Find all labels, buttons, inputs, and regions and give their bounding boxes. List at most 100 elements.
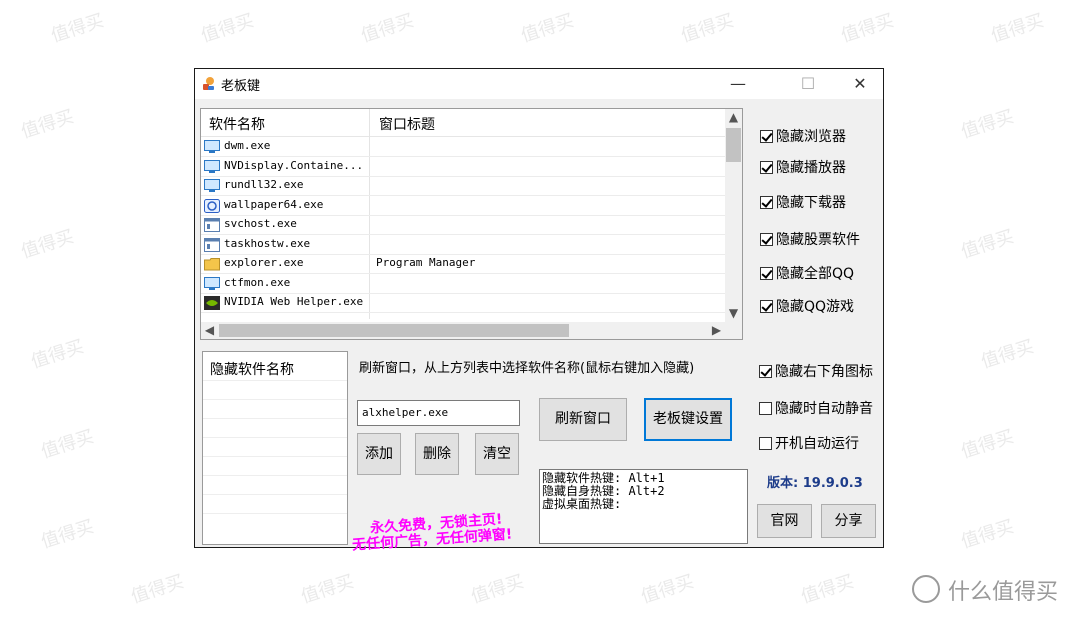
monitor-icon — [204, 276, 220, 290]
checkbox-checked-icon[interactable] — [760, 267, 773, 280]
process-name: dwm.exe — [224, 139, 271, 152]
checkbox-checked-icon[interactable] — [760, 196, 773, 209]
checkbox-label: 隐藏全部QQ — [776, 266, 855, 282]
watermark-text: 值得买 — [38, 516, 97, 553]
horizontal-scrollbar[interactable]: ◀ ▶ — [201, 322, 742, 339]
close-button[interactable]: ✕ — [837, 69, 883, 99]
checkbox-option[interactable]: 隐藏全部QQ — [760, 263, 854, 283]
brand-watermark: 什么值得买 — [948, 580, 1059, 605]
list-line — [203, 475, 347, 476]
table-row[interactable]: rundll32.exe — [201, 176, 726, 196]
process-name: wallpaper64.exe — [224, 197, 324, 211]
table-row[interactable]: wallpaper64.exe — [201, 196, 726, 216]
watermark-text: 值得买 — [978, 336, 1037, 373]
wallpaper-app-icon — [204, 198, 220, 213]
checkbox-label: 隐藏QQ游戏 — [776, 299, 855, 315]
watermark-text: 值得买 — [958, 226, 1017, 263]
watermark-text: 值得买 — [198, 10, 257, 47]
checkbox-unchecked-icon[interactable] — [759, 437, 772, 450]
share-button[interactable]: 分享 — [821, 504, 876, 538]
table-row[interactable]: dwm.exe — [201, 137, 726, 157]
checkbox-option[interactable]: 隐藏股票软件 — [760, 229, 860, 249]
hidden-software-list[interactable]: 隐藏软件名称 — [202, 351, 348, 545]
watermark-text: 值得买 — [28, 336, 87, 373]
checkbox-label: 隐藏下载器 — [776, 195, 846, 211]
process-name: taskhostw.exe — [224, 236, 311, 250]
checkbox-checked-icon[interactable] — [760, 300, 773, 313]
process-list-header: 软件名称 窗口标题 — [201, 109, 726, 137]
checkbox-option[interactable]: 隐藏时自动静音 — [759, 398, 873, 418]
checkbox-option[interactable]: 隐藏下载器 — [760, 192, 846, 212]
list-line — [203, 456, 347, 457]
watermark-text: 值得买 — [18, 226, 77, 263]
checkbox-option[interactable]: 隐藏播放器 — [760, 157, 846, 177]
instructions-label: 刷新窗口，从上方列表中选择软件名称(鼠标右键加入隐藏) — [359, 361, 695, 376]
refresh-window-button[interactable]: 刷新窗口 — [539, 398, 627, 441]
checkbox-label: 隐藏时自动静音 — [775, 401, 873, 417]
process-name: rundll32.exe — [224, 178, 304, 191]
process-list[interactable]: 软件名称 窗口标题 dwm.exe NVDisplay.Containe... ru… — [200, 108, 743, 340]
minimize-button[interactable]: — — [715, 69, 761, 99]
watermark-text: 值得买 — [958, 426, 1017, 463]
version-label: 版本: 19.9.0.3 — [767, 476, 863, 491]
scroll-left-icon[interactable]: ◀ — [201, 322, 218, 339]
official-site-button[interactable]: 官网 — [757, 504, 812, 538]
table-row[interactable]: taskhostw.exe — [201, 235, 726, 255]
list-line — [203, 437, 347, 438]
software-name-input[interactable]: alxhelper.exe — [357, 400, 520, 426]
table-row[interactable]: NVDisplay.Containe... — [201, 157, 726, 177]
hotkey-virtual-desktop: 虚拟桌面热键: — [542, 497, 622, 511]
maximize-icon: ☐ — [800, 74, 816, 93]
window-title: 老板键 — [221, 79, 261, 94]
checkbox-option[interactable]: 开机自动运行 — [759, 433, 859, 453]
clear-button[interactable]: 清空 — [475, 433, 519, 475]
checkbox-checked-icon[interactable] — [759, 365, 772, 378]
checkbox-label: 隐藏播放器 — [776, 160, 846, 176]
maximize-button[interactable]: ☐ — [785, 69, 831, 99]
watermark-text: 值得买 — [958, 516, 1017, 553]
column-header-software-name[interactable]: 软件名称 — [209, 114, 265, 134]
boss-key-settings-button[interactable]: 老板键设置 — [644, 398, 732, 441]
checkbox-label: 隐藏浏览器 — [776, 129, 846, 145]
table-row[interactable]: ctfmon.exe — [201, 274, 726, 294]
table-row[interactable]: explorer.exe Program Manager — [201, 254, 726, 274]
watermark-text: 值得买 — [468, 571, 527, 608]
app-window: 老板键 — ☐ ✕ 软件名称 窗口标题 dwm.exe NVDisplay.Con… — [194, 68, 884, 554]
window-app-icon — [204, 217, 220, 232]
checkbox-option[interactable]: 隐藏右下角图标 — [759, 361, 873, 381]
watermark-text: 值得买 — [48, 10, 107, 47]
watermark-text: 值得买 — [358, 10, 417, 47]
scroll-right-icon[interactable]: ▶ — [708, 322, 725, 339]
horizontal-scroll-thumb[interactable] — [219, 324, 569, 337]
watermark-text: 值得买 — [298, 571, 357, 608]
scroll-up-icon[interactable]: ▲ — [725, 109, 742, 126]
delete-button[interactable]: 删除 — [415, 433, 459, 475]
vertical-scrollbar[interactable]: ▲ ▼ — [725, 109, 742, 322]
list-line — [203, 399, 347, 400]
vertical-scroll-thumb[interactable] — [726, 128, 741, 162]
table-row[interactable]: svchost.exe — [201, 215, 726, 235]
folder-icon — [204, 256, 220, 271]
add-button[interactable]: 添加 — [357, 433, 401, 475]
checkbox-option[interactable]: 隐藏QQ游戏 — [760, 296, 854, 316]
process-name: NVDisplay.Containe... — [224, 158, 364, 172]
hotkeys-panel[interactable]: 隐藏软件热键: Alt+1 隐藏自身热键: Alt+2 虚拟桌面热键: — [539, 469, 748, 544]
column-header-window-title[interactable]: 窗口标题 — [379, 114, 435, 134]
checkbox-checked-icon[interactable] — [760, 130, 773, 143]
watermark-text: 值得买 — [958, 106, 1017, 143]
minimize-icon: — — [730, 74, 746, 93]
title-bar[interactable]: 老板键 — ☐ ✕ — [195, 69, 883, 99]
checkbox-checked-icon[interactable] — [760, 161, 773, 174]
table-row[interactable]: NVIDIA Web Helper.exe — [201, 293, 726, 313]
watermark-text: 值得买 — [798, 571, 857, 608]
monitor-icon — [204, 139, 220, 153]
watermark-text: 值得买 — [38, 426, 97, 463]
checkbox-option[interactable]: 隐藏浏览器 — [760, 126, 846, 146]
checkbox-unchecked-icon[interactable] — [759, 402, 772, 415]
nvidia-icon — [204, 295, 220, 310]
watermark-text: 值得买 — [18, 106, 77, 143]
watermark-text: 值得买 — [838, 10, 897, 47]
checkbox-label: 隐藏股票软件 — [776, 232, 860, 248]
checkbox-checked-icon[interactable] — [760, 233, 773, 246]
scroll-down-icon[interactable]: ▼ — [725, 305, 742, 322]
